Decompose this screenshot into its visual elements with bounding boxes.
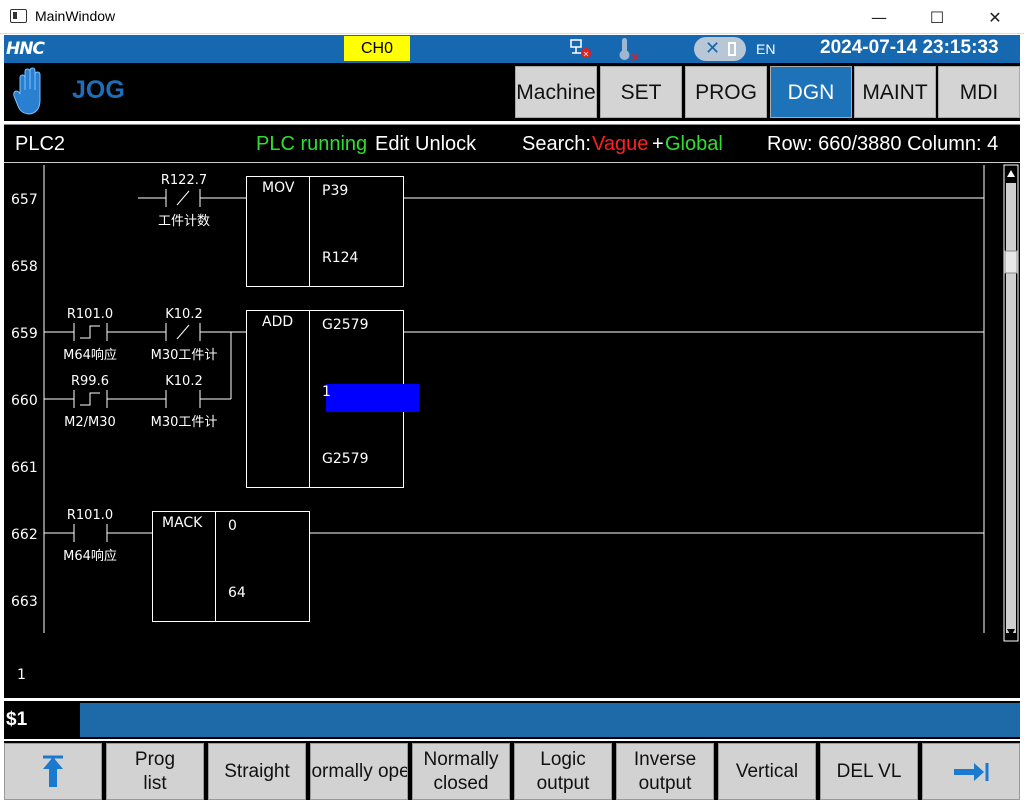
contact-r101-0-no[interactable]: R101.0 M64响应 <box>63 508 117 564</box>
softkey-prog-list[interactable]: Prog list <box>106 743 204 800</box>
hnc-logo: HNC <box>6 39 45 59</box>
contact-comment: M30工件计 <box>151 415 218 430</box>
contact-comment: M30工件计 <box>151 348 218 363</box>
contact-comment: M64响应 <box>63 347 117 363</box>
function-param: G2579 <box>322 451 368 467</box>
channel-indicator[interactable]: CH0 <box>344 36 410 61</box>
softkey-vertical[interactable]: Vertical <box>718 743 816 800</box>
function-param: P39 <box>322 183 348 199</box>
softkey-logic-output[interactable]: Logic output <box>514 743 612 800</box>
function-param: G2579 <box>322 317 368 333</box>
tab-maint[interactable]: MAINT <box>854 66 936 118</box>
edit-lock-status: Edit Unlock <box>375 133 477 155</box>
maximize-button[interactable]: ☐ <box>908 0 966 34</box>
minimize-button[interactable]: — <box>850 0 908 34</box>
tab-machine[interactable]: Machine <box>515 66 597 118</box>
temperature-alarm-icon: × <box>619 38 640 62</box>
command-input[interactable] <box>80 703 1020 737</box>
contact-address: R122.7 <box>161 173 207 188</box>
search-mode-vague: Vague <box>592 133 649 155</box>
function-param: 0 <box>228 518 237 534</box>
plc-info-bar: PLC2 PLC running Edit Unlock Search: Vag… <box>4 124 1020 162</box>
mode-bar: JOG Machine SET PROG DGN MAINT MDI <box>4 63 1020 121</box>
datetime-display: 2024-07-14 23:15:33 <box>820 37 999 58</box>
function-block-add[interactable]: ADD G2579 1 G2579 <box>246 310 420 488</box>
status-bar: HNC CH0 × × ✕ EN 2024-07-14 23:15:33 <box>4 35 1020 63</box>
softkey-normally-open[interactable]: Normally open <box>310 743 408 800</box>
contact-k10-2-no[interactable]: K10.2 M30工件计 <box>151 374 218 430</box>
command-line: $1 <box>4 701 1020 739</box>
command-prompt: $1 <box>6 709 28 730</box>
contact-r122-7[interactable]: R122.7 工件计数 <box>158 173 210 229</box>
plc-run-status: PLC running <box>256 133 368 155</box>
scroll-thumb[interactable] <box>1004 250 1018 274</box>
close-icon: ✕ <box>705 38 721 59</box>
cursor-position: Row: 660/3880 Column: 4 <box>767 133 999 155</box>
search-mode-global: Global <box>665 133 723 155</box>
function-name: MACK <box>162 515 203 531</box>
contact-address: R99.6 <box>71 374 109 389</box>
app-window-icon <box>10 9 27 23</box>
close-button[interactable]: ✕ <box>966 0 1024 34</box>
page-up-icon <box>43 755 63 787</box>
row-number: 661 <box>11 460 38 476</box>
row-number: 658 <box>11 259 38 275</box>
tool-status-toggle[interactable]: ✕ <box>694 37 746 61</box>
window-title: MainWindow <box>35 8 116 24</box>
row-number: 662 <box>11 527 38 543</box>
ladder-diagram[interactable]: R122.7 工件计数 MOV P39 R124 R101.0 M64响应 K1… <box>4 162 1020 698</box>
title-bar: MainWindow — ☐ ✕ <box>0 0 1024 34</box>
function-param: 64 <box>228 585 246 601</box>
plc-name: PLC2 <box>15 133 66 155</box>
panel-icon <box>728 42 736 56</box>
softkey-label: Normally open <box>311 760 407 782</box>
edit-value[interactable]: 1 <box>322 384 331 400</box>
softkey-straight[interactable]: Straight <box>208 743 306 800</box>
row-number: 657 <box>11 192 38 208</box>
language-indicator[interactable]: EN <box>756 41 775 57</box>
contact-comment: M2/M30 <box>64 415 116 430</box>
contact-r101-0-pulse[interactable]: R101.0 M64响应 <box>63 307 117 363</box>
tab-prog[interactable]: PROG <box>685 66 767 118</box>
contact-address: R101.0 <box>67 508 113 523</box>
row-number: 659 <box>11 326 38 342</box>
mode-label: JOG <box>72 76 125 104</box>
tab-dgn[interactable]: DGN <box>770 66 852 118</box>
contact-k10-2-nc[interactable]: K10.2 M30工件计 <box>151 307 218 363</box>
network-error-icon: × <box>570 39 591 59</box>
softkey-del-vl[interactable]: DEL VL <box>820 743 918 800</box>
softkey-normally-closed[interactable]: Normally closed <box>412 743 510 800</box>
function-block-mack[interactable]: MACK 0 64 <box>152 511 310 622</box>
search-label: Search: <box>522 133 591 155</box>
svg-text:×: × <box>583 50 590 59</box>
softkey-return[interactable] <box>4 743 102 800</box>
function-block-mov[interactable]: MOV P39 R124 <box>246 176 404 287</box>
contact-address: K10.2 <box>165 307 202 322</box>
contact-r99-6-pulse[interactable]: R99.6 M2/M30 <box>64 374 116 430</box>
input-echo: 1 <box>17 667 26 683</box>
ladder-scrollbar[interactable] <box>1003 164 1019 642</box>
contact-comment: 工件计数 <box>158 214 210 229</box>
function-param: R124 <box>322 250 359 266</box>
next-page-icon <box>954 762 989 781</box>
softkey-bar: Prog list Straight Normally open Normall… <box>4 741 1020 800</box>
tab-set[interactable]: SET <box>600 66 682 118</box>
function-name: ADD <box>262 314 293 330</box>
softkey-inverse-output[interactable]: Inverse output <box>616 743 714 800</box>
row-number: 663 <box>11 594 38 610</box>
svg-text:×: × <box>630 50 640 62</box>
contact-address: K10.2 <box>165 374 202 389</box>
edit-cursor[interactable] <box>326 384 419 412</box>
contact-address: R101.0 <box>67 307 113 322</box>
function-name: MOV <box>262 180 295 196</box>
tab-mdi[interactable]: MDI <box>938 66 1020 118</box>
softkey-next-page[interactable] <box>922 743 1020 800</box>
hand-icon <box>13 67 41 115</box>
row-number: 660 <box>11 393 38 409</box>
search-plus: + <box>652 133 664 155</box>
contact-comment: M64响应 <box>63 548 117 564</box>
